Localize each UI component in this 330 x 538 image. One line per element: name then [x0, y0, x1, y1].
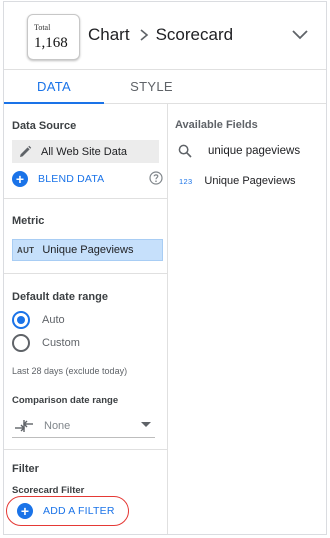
chevron-right-icon: [140, 29, 148, 41]
data-source-name: All Web Site Data: [41, 145, 128, 158]
radio-auto[interactable]: Auto: [12, 310, 65, 330]
breadcrumb: Chart Scorecard: [88, 25, 233, 45]
dropdown-arrow-icon: [141, 422, 151, 427]
data-source-selector[interactable]: All Web Site Data: [12, 140, 159, 163]
tab-bar: DATA STYLE: [4, 69, 326, 104]
tab-style[interactable]: STYLE: [104, 70, 199, 103]
metric-chip[interactable]: AUT Unique Pageviews: [12, 239, 163, 261]
search-icon: [178, 144, 192, 158]
date-range-title: Default date range: [12, 291, 108, 303]
comparison-title: Comparison date range: [12, 395, 119, 406]
radio-custom[interactable]: Custom: [12, 333, 80, 353]
available-fields-title: Available Fields: [175, 119, 258, 131]
radio-selected-icon: [12, 311, 30, 329]
compare-arrows-icon: [15, 419, 33, 432]
data-source-title: Data Source: [12, 120, 77, 132]
properties-panel: Total 1,168 Chart Scorecard DATA STYLE D…: [3, 1, 327, 535]
radio-auto-label: Auto: [42, 314, 65, 326]
number-type-icon: 123: [179, 176, 193, 186]
aggregation-badge: AUT: [17, 245, 35, 255]
thumbnail-label: Total: [34, 23, 51, 32]
tab-data[interactable]: DATA: [4, 70, 104, 104]
metric-name: Unique Pageviews: [42, 244, 134, 256]
help-icon[interactable]: [149, 171, 163, 185]
radio-custom-label: Custom: [42, 337, 80, 349]
breadcrumb-parent: Chart: [88, 25, 130, 44]
available-fields-column: Available Fields 123 Unique Pageviews: [168, 104, 326, 534]
scorecard-thumbnail[interactable]: Total 1,168: [27, 14, 80, 60]
blend-data-button[interactable]: + BLEND DATA: [12, 171, 104, 187]
comparison-dropdown[interactable]: None: [12, 414, 155, 438]
add-filter-label: ADD A FILTER: [43, 505, 115, 517]
field-label: Unique Pageviews: [204, 175, 296, 187]
filter-title: Filter: [12, 463, 39, 475]
add-circle-icon: +: [17, 503, 33, 519]
field-search-input[interactable]: [208, 145, 323, 157]
panel-header: Total 1,168 Chart Scorecard: [4, 2, 326, 69]
metric-title: Metric: [12, 215, 45, 227]
section-divider: [4, 273, 168, 274]
chevron-down-icon[interactable]: [291, 27, 309, 41]
blend-data-label: BLEND DATA: [38, 173, 105, 185]
section-divider: [4, 198, 168, 199]
breadcrumb-current: Scorecard: [155, 25, 234, 44]
date-range-note: Last 28 days (exclude today): [12, 366, 128, 376]
filter-subtitle: Scorecard Filter: [12, 485, 85, 496]
field-search: [178, 142, 323, 160]
pencil-icon[interactable]: [18, 145, 32, 159]
add-circle-icon: +: [12, 171, 28, 187]
comparison-value: None: [44, 419, 71, 432]
add-filter-button[interactable]: + ADD A FILTER: [6, 496, 129, 526]
field-item[interactable]: 123 Unique Pageviews: [179, 175, 296, 187]
data-settings-column: Data Source All Web Site Data + BLEND DA…: [4, 104, 168, 534]
radio-unselected-icon: [12, 334, 30, 352]
thumbnail-value: 1,168: [34, 35, 68, 51]
section-divider: [4, 449, 168, 450]
